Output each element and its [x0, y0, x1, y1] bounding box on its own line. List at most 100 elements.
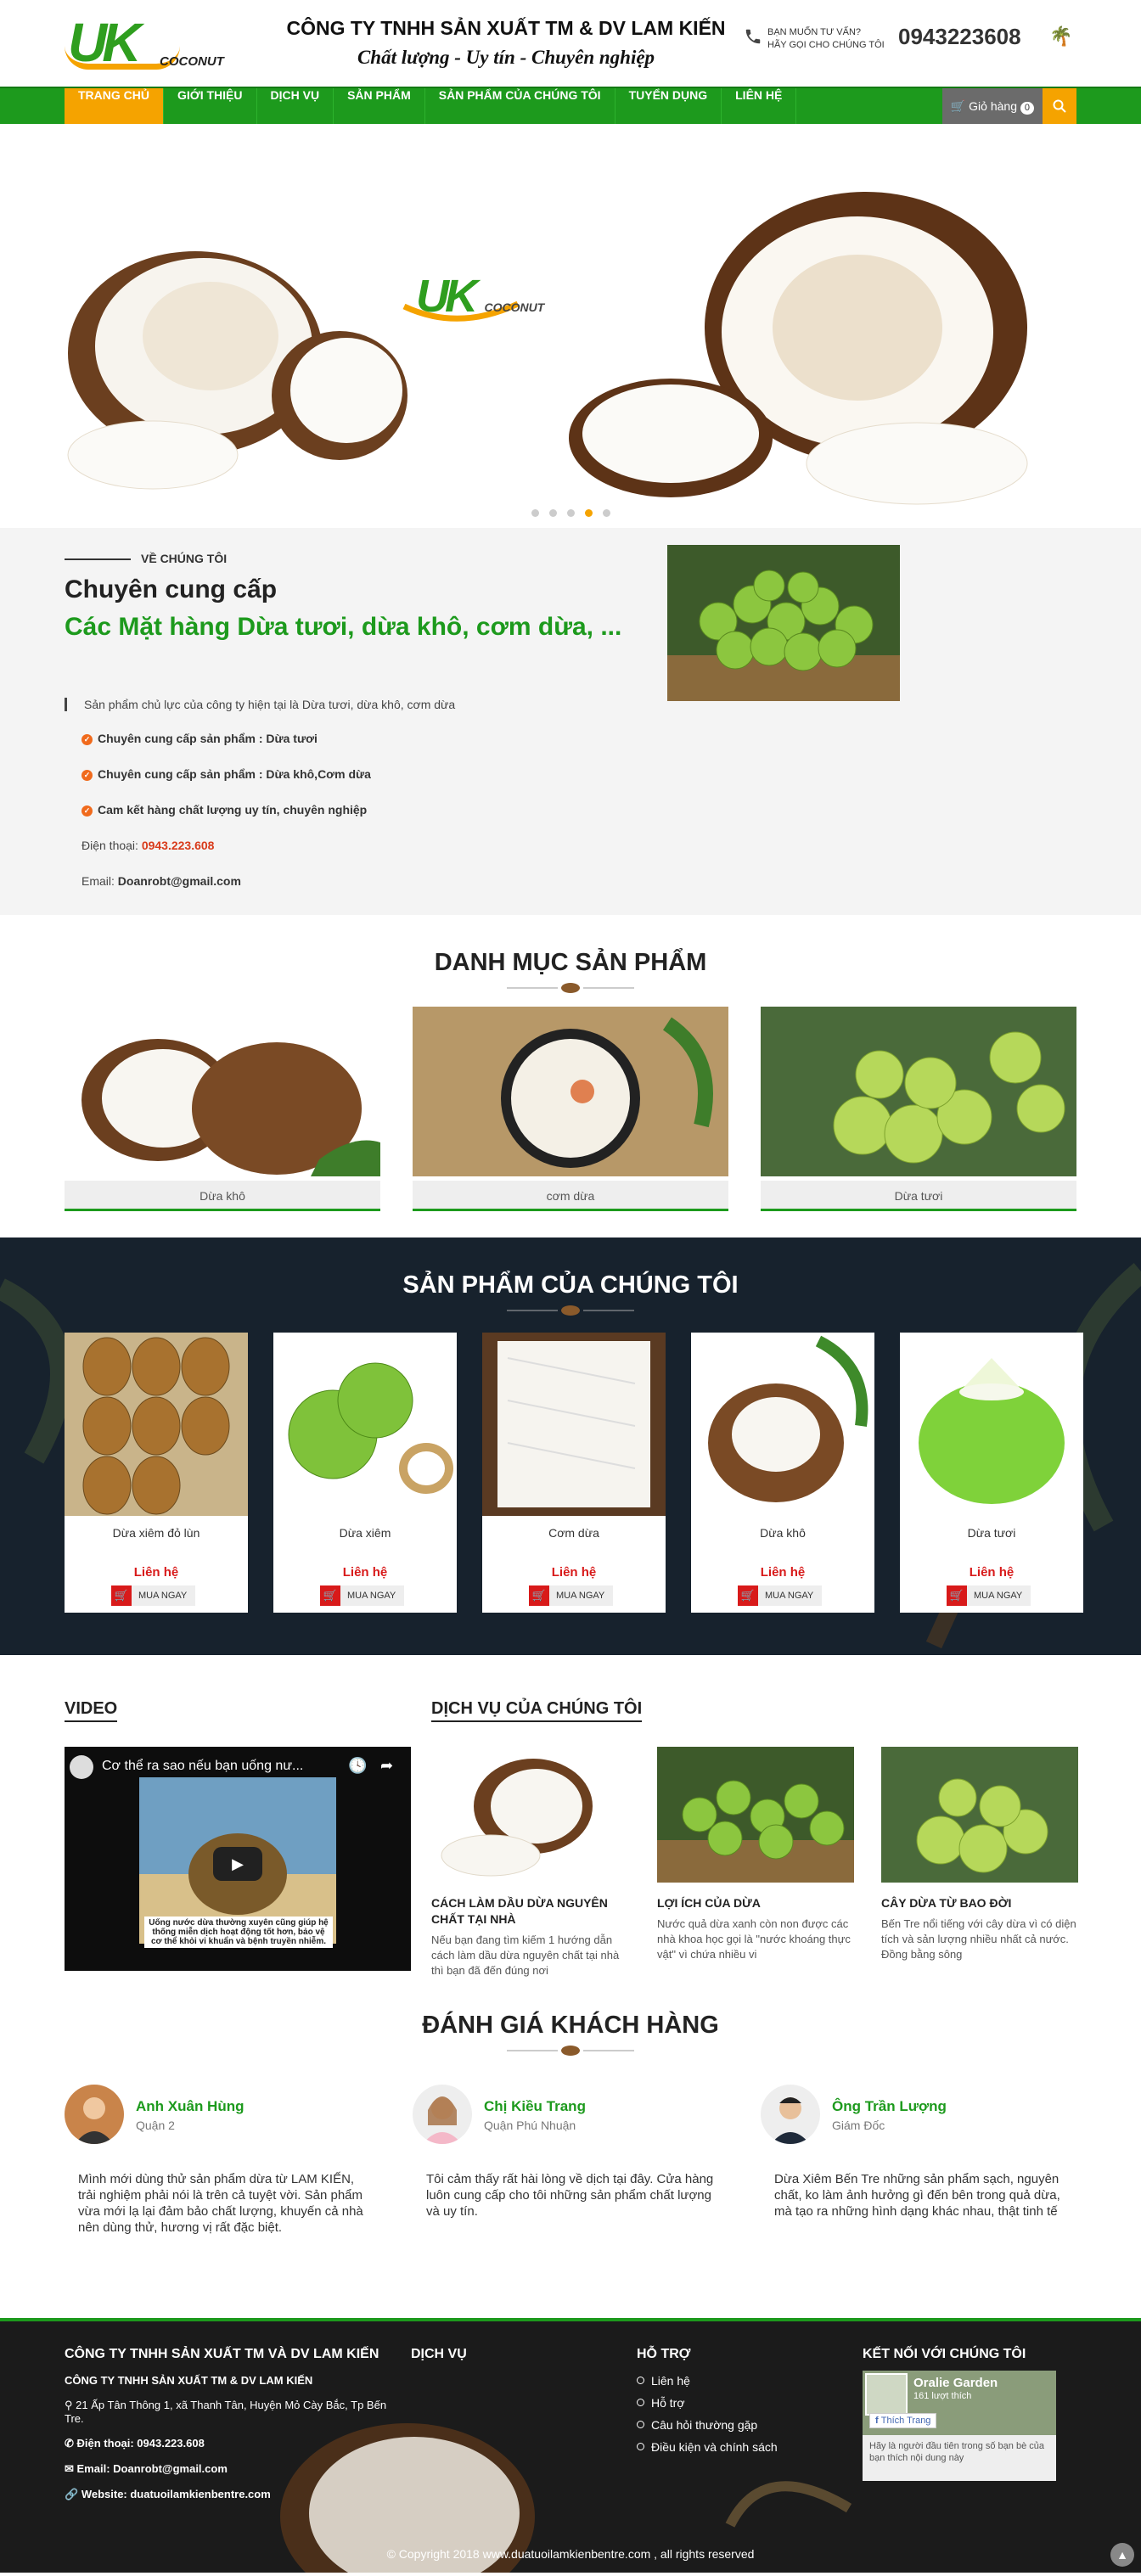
email-value[interactable]: Doanrobt@gmail.com: [118, 874, 241, 888]
avatar: [65, 2085, 124, 2144]
hotline-block[interactable]: BẠN MUỐN TƯ VẤN? HÃY GỌI CHO CHÚNG TÔI 0…: [744, 24, 1076, 58]
footer-phone-text[interactable]: Điện thoại: 0943.223.608: [77, 2437, 205, 2450]
hero-coconut-image: [67, 192, 1028, 505]
site-logo[interactable]: UK COCONUT: [65, 15, 226, 75]
product-price: Liên hệ: [342, 1565, 388, 1580]
hotline-number[interactable]: 0943223608: [898, 24, 1021, 50]
facebook-like-button[interactable]: f Thích Trang: [869, 2413, 937, 2428]
facebook-like-label: Thích Trang: [880, 2416, 931, 2426]
hotline-call-us: HÃY GỌI CHO CHÚNG TÔI: [767, 40, 885, 50]
category-card[interactable]: Dừa khô: [65, 1007, 380, 1211]
product-card[interactable]: Cơm dừa Liên hệ 🛒 MUA NGAY: [482, 1333, 666, 1613]
check-text: Chuyên cung cấp sản phẩm : Dừa tươi: [98, 732, 318, 745]
footer-services-title: DỊCH VỤ: [411, 2347, 467, 2361]
category-card[interactable]: cơm dừa: [413, 1007, 728, 1211]
main-nav: Trang chủ Giới thiệu Dịch vụ Sản phẩm Sả…: [0, 87, 1141, 124]
video-title[interactable]: Cơ thể ra sao nếu bạn uống nư...: [102, 1759, 340, 1774]
category-card[interactable]: Dừa tươi: [761, 1007, 1076, 1211]
mail-icon: ✉: [65, 2462, 77, 2475]
nav-item-products[interactable]: Sản phẩm: [334, 88, 425, 124]
buy-now-button[interactable]: 🛒 MUA NGAY: [947, 1585, 1031, 1606]
scroll-to-top-button[interactable]: ▲: [1110, 2543, 1134, 2567]
slider-dot-active[interactable]: [584, 509, 593, 517]
cart-icon: 🛒: [738, 1585, 758, 1606]
service-title[interactable]: LỢI ÍCH CỦA DỪA: [657, 1895, 854, 1911]
nav-item-our-products[interactable]: Sản phẩm của chúng tôi: [425, 88, 615, 124]
footer-services-column: DỊCH VỤ: [411, 2347, 467, 2374]
about-phone: Điện thoại: 0943.223.608: [82, 839, 214, 852]
buy-now-label: MUA NGAY: [138, 1591, 188, 1601]
review-text: Mình mới dùng thử sản phẩm dừa từ LAM KI…: [65, 2156, 380, 2266]
footer-link-contact[interactable]: Liên hệ: [637, 2374, 778, 2388]
phone-icon: ✆: [65, 2437, 77, 2450]
nav-item-home[interactable]: Trang chủ: [65, 88, 164, 124]
cart-icon: 🛒: [111, 1585, 132, 1606]
slider-dot[interactable]: [602, 509, 610, 517]
footer-website-text[interactable]: Website: duatuoilamkienbentre.com: [82, 2488, 271, 2500]
palm-icon: 🌴: [1049, 25, 1073, 47]
buy-now-button[interactable]: 🛒 MUA NGAY: [529, 1585, 614, 1606]
reviewer-role: Giám Đốc: [832, 2119, 885, 2132]
nav-item-contact[interactable]: Liên hệ: [722, 88, 797, 124]
category-label: Dừa tươi: [761, 1181, 1076, 1211]
nav-item-about[interactable]: Giới thiệu: [164, 88, 257, 124]
product-name[interactable]: Dừa khô: [691, 1526, 874, 1540]
slider-dot[interactable]: [531, 509, 539, 517]
service-title[interactable]: CÂY DỪA TỪ BAO ĐỜI: [881, 1895, 1078, 1911]
product-card[interactable]: Dừa xiêm đỏ lùn Liên hệ 🛒 MUA NGAY: [65, 1333, 248, 1613]
product-card[interactable]: Dừa tươi Liên hệ 🛒 MUA NGAY: [900, 1333, 1083, 1613]
footer-address: ⚲ 21 Ấp Tân Thông 1, xã Thanh Tân, Huyện…: [65, 2399, 387, 2425]
slider-dot[interactable]: [548, 509, 557, 517]
nav-item-careers[interactable]: Tuyển dụng: [615, 88, 722, 124]
footer-link-policy[interactable]: Điều kiện và chính sách: [637, 2440, 778, 2454]
about-subheading: Các Mặt hàng Dừa tươi, dừa khô, cơm dừa,…: [65, 613, 622, 641]
phone-label: Điện thoại:: [82, 839, 138, 852]
category-label: cơm dừa: [413, 1181, 728, 1211]
footer-link-faq[interactable]: Câu hỏi thường gặp: [637, 2418, 778, 2432]
hero-slider[interactable]: UK COCONUT: [0, 124, 1141, 528]
phone-icon: [745, 29, 761, 44]
youtube-video-player[interactable]: Cơ thể ra sao nếu bạn uống nư... 🕓 ➦ ▶ U…: [65, 1747, 411, 1971]
product-name[interactable]: Dừa tươi: [900, 1526, 1083, 1540]
service-card[interactable]: LỢI ÍCH CỦA DỪA Nước quả dừa xanh còn no…: [657, 1747, 854, 1962]
video-services-section: VIDEO DỊCH VỤ CỦA CHÚNG TÔI Cơ thể ra sa…: [0, 1655, 1141, 2012]
cart-button[interactable]: 🛒 Giỏ hàng 0: [941, 88, 1043, 124]
share-icon[interactable]: ➦: [380, 1757, 393, 1775]
product-card[interactable]: Dừa xiêm Liên hệ 🛒 MUA NGAY: [273, 1333, 457, 1613]
search-button[interactable]: [1043, 88, 1076, 124]
about-section: VỀ CHÚNG TÔI Chuyên cung cấp Các Mặt hàn…: [0, 528, 1141, 915]
service-card[interactable]: CÁCH LÀM DẦU DỪA NGUYÊN CHẤT TẠI NHÀ Nếu…: [431, 1747, 628, 1978]
footer-support-column: HỖ TRỢ Liên hệ Hỗ trợ Câu hỏi thường gặp…: [637, 2347, 778, 2462]
reviews-title: ĐÁNH GIÁ KHÁCH HÀNG: [422, 2012, 719, 2039]
nav-item-services[interactable]: Dịch vụ: [257, 88, 334, 124]
footer-link-support[interactable]: Hỗ trợ: [637, 2396, 778, 2410]
category-section: DANH MỤC SẢN PHẨM Dừa khô cơm dừa Dừa tư…: [0, 915, 1141, 1237]
buy-now-button[interactable]: 🛒 MUA NGAY: [320, 1585, 405, 1606]
product-name[interactable]: Dừa xiêm: [273, 1526, 457, 1540]
play-button[interactable]: ▶: [213, 1847, 262, 1881]
site-header: UK COCONUT CÔNG TY TNHH SẢN XUẤT TM & DV…: [0, 0, 1141, 87]
cart-icon: 🛒: [529, 1585, 549, 1606]
buy-now-button[interactable]: 🛒 MUA NGAY: [738, 1585, 823, 1606]
phone-value[interactable]: 0943.223.608: [142, 839, 215, 852]
facebook-page-name[interactable]: Oralie Garden: [913, 2376, 998, 2390]
slider-dot[interactable]: [566, 509, 575, 517]
buy-now-label: MUA NGAY: [556, 1591, 605, 1601]
clock-icon[interactable]: 🕓: [348, 1757, 367, 1775]
product-card[interactable]: Dừa khô Liên hệ 🛒 MUA NGAY: [691, 1333, 874, 1613]
buy-now-button[interactable]: 🛒 MUA NGAY: [111, 1585, 196, 1606]
product-name[interactable]: Cơm dừa: [482, 1526, 666, 1540]
facebook-page-widget[interactable]: Oralie Garden 161 lượt thích f Thích Tra…: [863, 2371, 1056, 2481]
service-title[interactable]: CÁCH LÀM DẦU DỪA NGUYÊN CHẤT TẠI NHÀ: [431, 1895, 628, 1928]
reviewer-role: Quận Phú Nhuận: [484, 2119, 576, 2132]
service-card[interactable]: CÂY DỪA TỪ BAO ĐỜI Bến Tre nổi tiếng với…: [881, 1747, 1078, 1962]
company-slogan: Chất lượng - Uy tín - Chuyên nghiệp: [357, 47, 655, 68]
coconut-divider-icon: [507, 1305, 634, 1316]
product-name[interactable]: Dừa xiêm đỏ lùn: [65, 1526, 248, 1540]
product-image: [900, 1333, 1083, 1516]
buy-now-label: MUA NGAY: [765, 1591, 814, 1601]
company-name: CÔNG TY TNHH SẢN XUẤT TM & DV LAM KIẾN: [286, 17, 726, 39]
footer-email-text[interactable]: Email: Doanrobt@gmail.com: [77, 2462, 228, 2475]
check-icon: ✓: [82, 770, 93, 781]
service-image: [657, 1747, 854, 1883]
